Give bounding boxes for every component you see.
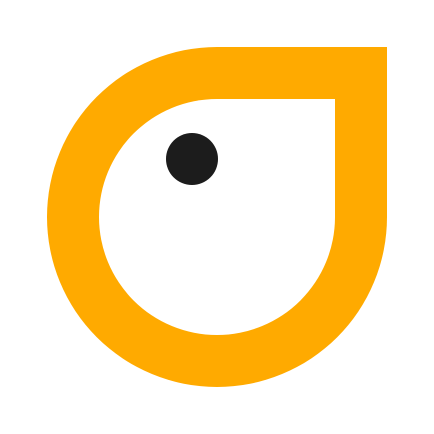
logo-inner-space <box>99 99 335 335</box>
teardrop-eye-logo <box>47 47 387 387</box>
logo-canvas <box>0 0 434 434</box>
eye-dot <box>166 133 218 185</box>
